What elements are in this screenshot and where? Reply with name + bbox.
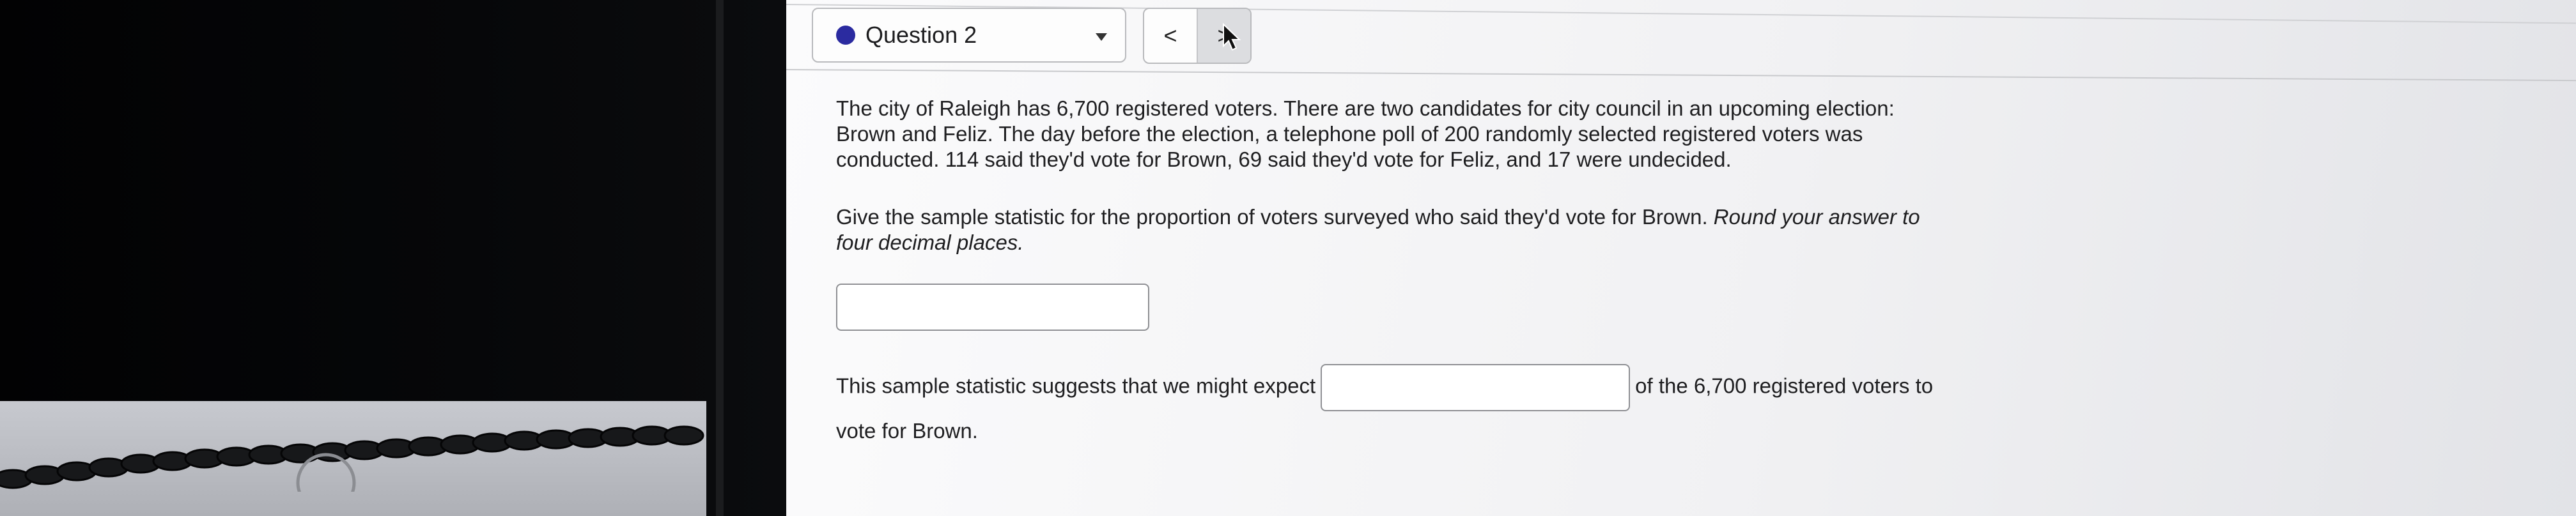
monitor-bezel (716, 0, 724, 516)
next-question-button[interactable]: > (1198, 9, 1250, 63)
browser-content: Question 2 < > The city of Raleigh has 6… (786, 0, 2576, 516)
mouse-pointer-icon (1223, 23, 1241, 51)
photo-stage: Question 2 < > The city of Raleigh has 6… (0, 0, 2576, 516)
cable-image (0, 425, 704, 492)
problem-text: The city of Raleigh has 6,700 registered… (836, 96, 1895, 171)
question-navigation: < > (1143, 8, 1252, 64)
question-label: Question 2 (865, 22, 977, 48)
previous-question-button[interactable]: < (1144, 9, 1198, 63)
followup-text-before: This sample statistic suggests that we m… (836, 374, 1316, 398)
sample-statistic-input[interactable] (836, 284, 1149, 331)
question-body: The city of Raleigh has 6,700 registered… (836, 96, 1961, 451)
chevron-down-icon (1096, 33, 1107, 41)
question-prompt: Give the sample statistic for the propor… (836, 204, 1936, 255)
status-dot-icon (836, 26, 855, 45)
followup-question: This sample statistic suggests that we m… (836, 364, 1961, 451)
question-selector[interactable]: Question 2 (812, 8, 1126, 63)
expected-voters-input[interactable] (1321, 364, 1631, 411)
divider (786, 69, 2576, 82)
prompt-text: Give the sample statistic for the propor… (836, 205, 1708, 229)
